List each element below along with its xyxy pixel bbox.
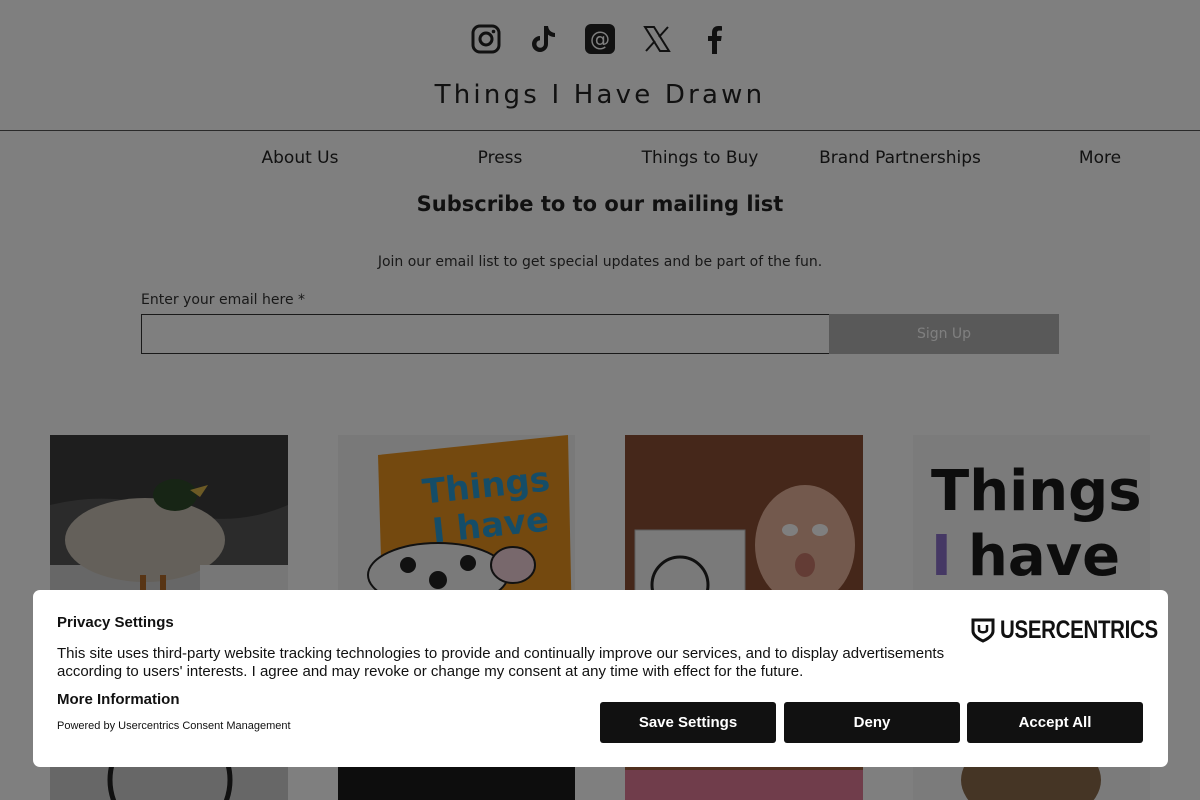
accept-all-button[interactable]: Accept All xyxy=(967,702,1143,743)
privacy-settings-title: Privacy Settings xyxy=(57,614,174,631)
usercentrics-logo: USERCENTRICS xyxy=(971,616,1192,644)
save-settings-button[interactable]: Save Settings xyxy=(600,702,776,743)
deny-button[interactable]: Deny xyxy=(784,702,960,743)
more-information-link[interactable]: More Information xyxy=(57,691,180,708)
privacy-settings-banner: Privacy Settings This site uses third-pa… xyxy=(33,590,1168,767)
usercentrics-shield-icon xyxy=(971,618,995,643)
usercentrics-logo-text: USERCENTRICS xyxy=(1000,615,1158,644)
privacy-settings-text: This site uses third-party website track… xyxy=(57,645,945,680)
powered-by-text: Powered by Usercentrics Consent Manageme… xyxy=(57,720,291,732)
